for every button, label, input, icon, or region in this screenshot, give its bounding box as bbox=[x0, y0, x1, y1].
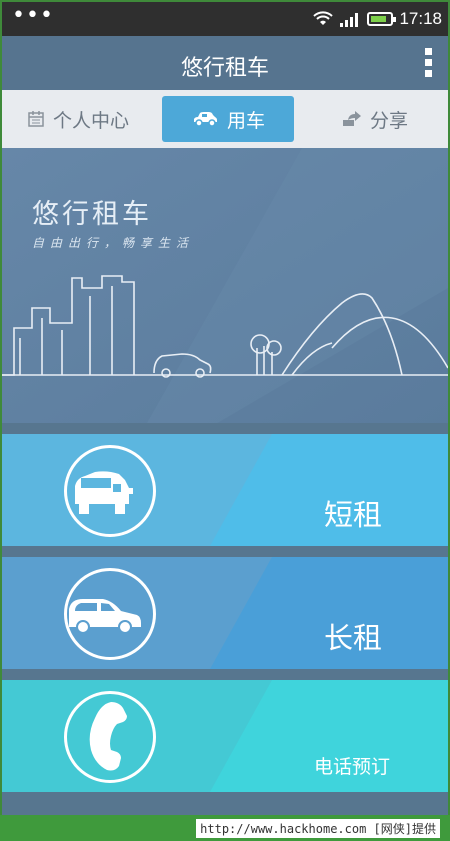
car-front-icon bbox=[64, 445, 156, 537]
app-header: 悠行租车 bbox=[2, 36, 448, 90]
signal-icon bbox=[340, 13, 359, 27]
car-icon bbox=[193, 112, 217, 127]
overflow-menu-icon[interactable] bbox=[424, 48, 434, 78]
status-icons: 17:18 bbox=[313, 9, 442, 29]
tab-label: 个人中心 bbox=[52, 109, 129, 132]
watermark-bar: http://www.hackhome.com [网侠]提供 bbox=[0, 815, 450, 841]
phone-icon bbox=[64, 691, 156, 783]
hero-banner: 悠行租车 自由出行，畅享生活 bbox=[2, 148, 448, 432]
separator bbox=[2, 546, 448, 557]
tab-bar: 个人中心 用车 分享 bbox=[2, 90, 448, 148]
separator bbox=[2, 423, 448, 434]
wifi-icon bbox=[313, 11, 334, 25]
more-dots-icon: ••• bbox=[12, 3, 54, 28]
battery-icon bbox=[367, 12, 397, 26]
short-rent-label: 短租 bbox=[324, 498, 383, 532]
tab-share[interactable]: 分享 bbox=[302, 96, 448, 142]
long-rent-button[interactable]: 长租 bbox=[2, 557, 448, 669]
long-rent-label: 长租 bbox=[324, 621, 383, 655]
short-rent-button[interactable]: 短租 bbox=[2, 434, 448, 546]
phone-booking-label: 电话预订 bbox=[314, 756, 391, 778]
watermark-text: http://www.hackhome.com [网侠]提供 bbox=[196, 819, 440, 838]
car-side-icon-graphic bbox=[69, 599, 141, 634]
phone-booking-button[interactable]: 电话预订 bbox=[2, 680, 448, 792]
page-title: 悠行租车 bbox=[180, 56, 269, 81]
calendar-icon bbox=[28, 111, 44, 127]
phone-icon-graphic bbox=[89, 702, 127, 771]
car-side-icon bbox=[64, 568, 156, 660]
tab-use-car[interactable]: 用车 bbox=[162, 96, 294, 142]
app-screen: ••• 17:18 悠行租车 个人中心 用车 分享 悠行租车 自由出行，畅享生活… bbox=[2, 2, 448, 815]
status-bar: ••• 17:18 bbox=[2, 2, 448, 36]
separator bbox=[2, 669, 448, 680]
banner-title: 悠行租车 bbox=[32, 199, 152, 230]
tab-label: 分享 bbox=[369, 109, 408, 132]
tab-personal-center[interactable]: 个人中心 bbox=[2, 96, 154, 142]
bottom-strip bbox=[2, 792, 448, 815]
car-front-icon-graphic bbox=[75, 471, 133, 514]
city-skyline-illustration bbox=[2, 275, 448, 378]
share-icon bbox=[342, 111, 361, 126]
banner-subtitle: 自由出行，畅享生活 bbox=[32, 236, 195, 250]
status-time: 17:18 bbox=[399, 9, 442, 28]
tab-label: 用车 bbox=[226, 109, 265, 132]
